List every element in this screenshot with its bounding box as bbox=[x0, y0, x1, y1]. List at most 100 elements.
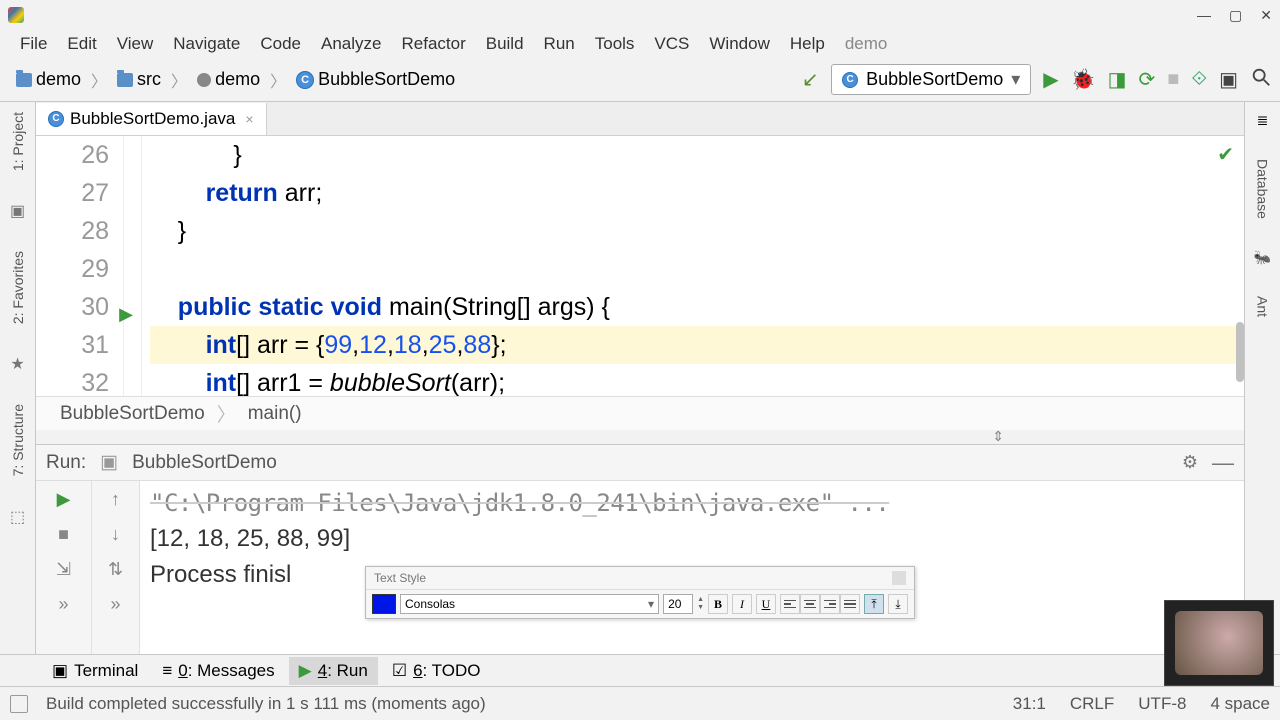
run-button-icon[interactable]: ▶ bbox=[1043, 67, 1058, 92]
left-tool-sidebar: 1: Project ▣ 2: Favorites ★ 7: Structure… bbox=[0, 102, 36, 686]
update-project-icon[interactable]: ⟐ bbox=[1191, 68, 1207, 91]
crumb-class[interactable]: BubbleSortDemo bbox=[60, 403, 205, 425]
menu-analyze[interactable]: Analyze bbox=[311, 31, 391, 57]
menu-code[interactable]: Code bbox=[250, 31, 311, 57]
font-size-input[interactable]: 20 bbox=[663, 594, 693, 614]
indent-setting[interactable]: 4 space bbox=[1210, 694, 1270, 714]
tab-todo[interactable]: ☑ 6: TODO bbox=[382, 657, 491, 685]
profile-button-icon[interactable]: ⟳ bbox=[1138, 67, 1155, 92]
valign-bottom-button[interactable]: ⤓ bbox=[888, 594, 908, 614]
breadcrumb-label: BubbleSortDemo bbox=[318, 69, 455, 90]
align-right-button[interactable] bbox=[820, 594, 840, 614]
caret-position[interactable]: 31:1 bbox=[1013, 694, 1046, 714]
tool-tab-ant[interactable]: Ant bbox=[1255, 296, 1271, 317]
menu-view[interactable]: View bbox=[107, 31, 164, 57]
line-separator[interactable]: CRLF bbox=[1070, 694, 1114, 714]
close-tab-icon[interactable]: × bbox=[245, 111, 253, 127]
code-lines[interactable]: } return arr; } public static void main(… bbox=[142, 136, 1244, 396]
breadcrumb-src[interactable]: src bbox=[109, 67, 169, 92]
editor-breadcrumb: BubbleSortDemo 〉 main() bbox=[36, 396, 1244, 430]
project-name-label: demo bbox=[845, 34, 888, 54]
close-window-icon[interactable]: ✕ bbox=[1260, 7, 1272, 24]
breadcrumb-class[interactable]: C BubbleSortDemo bbox=[288, 67, 463, 92]
run-config-selector[interactable]: C BubbleSortDemo ▾ bbox=[831, 64, 1031, 95]
text-style-popup[interactable]: Text Style Consolas 20 ▲▼ B I U ⤒ ⤓ bbox=[365, 566, 915, 619]
menu-vcs[interactable]: VCS bbox=[644, 31, 699, 57]
down-icon[interactable]: ↓ bbox=[111, 524, 120, 545]
tab-run[interactable]: ▶ 4: Run bbox=[289, 657, 378, 685]
bold-button[interactable]: B bbox=[708, 594, 728, 614]
rerun-icon[interactable]: ▶ bbox=[57, 489, 71, 510]
menu-tools[interactable]: Tools bbox=[585, 31, 645, 57]
status-message: Build completed successfully in 1 s 111 … bbox=[46, 694, 486, 714]
underline-button[interactable]: U bbox=[756, 594, 776, 614]
stop-icon[interactable]: ■ bbox=[58, 524, 69, 545]
structure-icon: ⬚ bbox=[10, 507, 25, 527]
wrap-icon[interactable]: ⇅ bbox=[108, 559, 123, 580]
search-everywhere-icon[interactable] bbox=[1250, 66, 1272, 93]
file-encoding[interactable]: UTF-8 bbox=[1138, 694, 1186, 714]
fold-column[interactable] bbox=[124, 136, 142, 396]
color-swatch[interactable] bbox=[372, 594, 396, 614]
menu-refactor[interactable]: Refactor bbox=[391, 31, 475, 57]
breadcrumb-root[interactable]: demo bbox=[8, 67, 89, 92]
menu-file[interactable]: File bbox=[10, 31, 57, 57]
messages-icon: ≡ bbox=[162, 661, 172, 681]
tool-tab-structure[interactable]: 7: Structure bbox=[10, 404, 26, 476]
coverage-button-icon[interactable]: ◨ bbox=[1108, 67, 1127, 92]
menu-run[interactable]: Run bbox=[534, 31, 585, 57]
menu-help[interactable]: Help bbox=[780, 31, 835, 57]
debug-button-icon[interactable]: 🐞 bbox=[1071, 67, 1096, 92]
text-style-title: Text Style bbox=[374, 571, 426, 585]
minimize-panel-icon[interactable]: — bbox=[1212, 450, 1234, 476]
open-balloon-icon[interactable]: ▣ bbox=[1219, 67, 1238, 92]
build-hammer-icon[interactable]: ↘ bbox=[802, 67, 819, 92]
tab-messages[interactable]: ≡ 0: Messages bbox=[152, 657, 284, 685]
align-left-button[interactable] bbox=[780, 594, 800, 614]
minimize-window-icon[interactable]: — bbox=[1197, 7, 1211, 24]
crumb-method[interactable]: main() bbox=[248, 403, 302, 425]
tool-tab-favorites[interactable]: 2: Favorites bbox=[10, 251, 26, 324]
menu-edit[interactable]: Edit bbox=[57, 31, 106, 57]
title-bar: — ▢ ✕ bbox=[0, 0, 1280, 30]
align-center-button[interactable] bbox=[800, 594, 820, 614]
tool-tab-database[interactable]: Database bbox=[1255, 159, 1271, 219]
maximize-window-icon[interactable]: ▢ bbox=[1229, 7, 1242, 24]
package-icon bbox=[197, 73, 211, 87]
tab-label: Terminal bbox=[74, 661, 138, 681]
size-spinner[interactable]: ▲▼ bbox=[697, 596, 704, 612]
close-icon[interactable] bbox=[892, 571, 906, 585]
expand-icon[interactable]: » bbox=[58, 594, 68, 615]
up-icon[interactable]: ↑ bbox=[111, 489, 120, 510]
expand-icon[interactable]: » bbox=[110, 594, 120, 615]
editor-area: C BubbleSortDemo.java × ✔ 2627282930▶313… bbox=[36, 102, 1244, 430]
tool-windows-icon[interactable] bbox=[10, 695, 28, 713]
gutter[interactable]: 2627282930▶3132 bbox=[36, 136, 124, 396]
code-editor[interactable]: 2627282930▶3132 } return arr; } public s… bbox=[36, 136, 1244, 396]
font-family-select[interactable]: Consolas bbox=[400, 594, 659, 614]
resize-handle-icon[interactable]: ⇕ bbox=[992, 428, 1004, 445]
menu-build[interactable]: Build bbox=[476, 31, 534, 57]
breadcrumb-pkg[interactable]: demo bbox=[189, 67, 268, 92]
folder-icon[interactable]: ▣ bbox=[10, 201, 25, 221]
layout-icon[interactable]: ⇲ bbox=[56, 559, 71, 580]
align-justify-button[interactable] bbox=[840, 594, 860, 614]
gear-icon[interactable]: ⚙ bbox=[1182, 452, 1198, 473]
editor-tab[interactable]: C BubbleSortDemo.java × bbox=[36, 103, 267, 135]
breadcrumb-label: src bbox=[137, 69, 161, 90]
terminal-icon: ▣ bbox=[52, 661, 68, 681]
tab-terminal[interactable]: ▣ Terminal bbox=[42, 657, 148, 685]
run-title-label: Run: bbox=[46, 452, 86, 474]
editor-tab-label: BubbleSortDemo.java bbox=[70, 109, 235, 129]
editor-tabs: C BubbleSortDemo.java × bbox=[36, 102, 1244, 136]
tool-tab-project[interactable]: 1: Project bbox=[10, 112, 26, 171]
menu-navigate[interactable]: Navigate bbox=[163, 31, 250, 57]
scrollbar-thumb[interactable] bbox=[1236, 322, 1244, 382]
run-panel-header: Run: ▣ BubbleSortDemo ⚙ — bbox=[36, 445, 1244, 481]
right-tool-sidebar: ≣ Database 🐜 Ant bbox=[1244, 102, 1280, 686]
stop-button-icon[interactable]: ■ bbox=[1167, 68, 1179, 91]
breadcrumb-label: demo bbox=[36, 69, 81, 90]
valign-top-button[interactable]: ⤒ bbox=[864, 594, 884, 614]
italic-button[interactable]: I bbox=[732, 594, 752, 614]
menu-window[interactable]: Window bbox=[699, 31, 779, 57]
